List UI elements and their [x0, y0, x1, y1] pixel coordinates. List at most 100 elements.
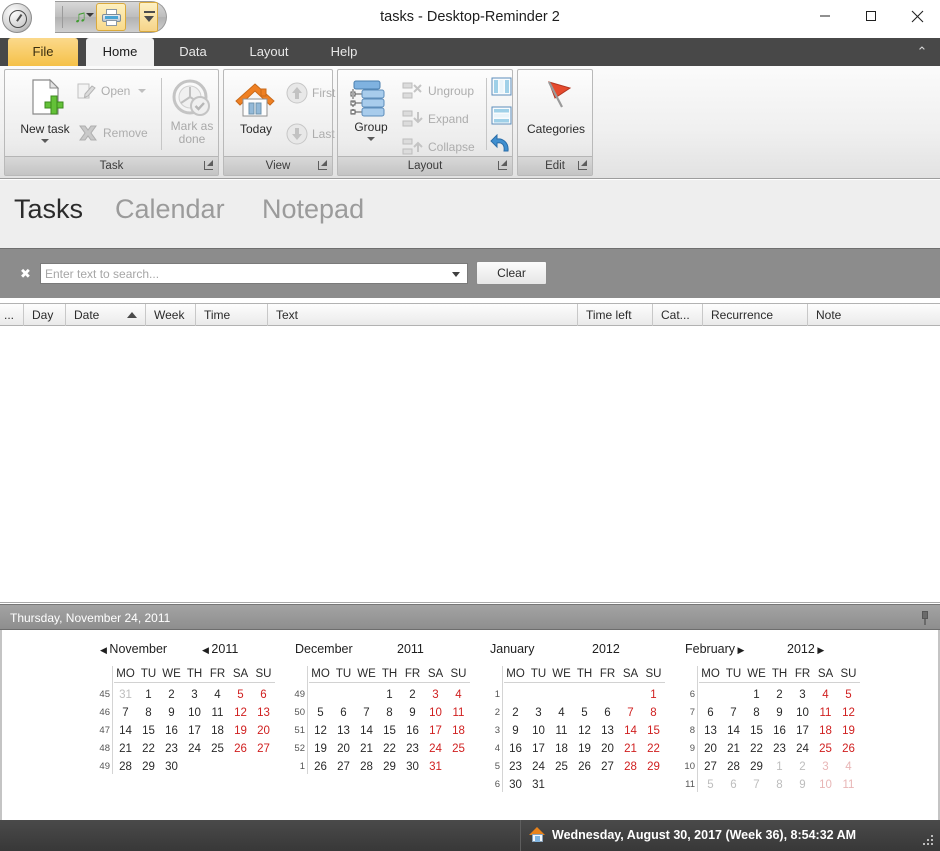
week-number[interactable]: 46	[92, 704, 110, 722]
calendar-day-cell[interactable]: 24	[791, 740, 814, 758]
calendar-day-cell[interactable]: 13	[596, 722, 619, 740]
columns-layout-icon[interactable]	[491, 77, 513, 97]
calendar-day-cell[interactable]: 16	[768, 722, 791, 740]
calendar-day-cell[interactable]: 26	[309, 758, 332, 776]
calendar-day-cell[interactable]: 20	[332, 740, 355, 758]
reset-layout-icon[interactable]	[490, 133, 514, 156]
calendar-day-cell[interactable]: 5	[229, 686, 252, 704]
calendar-day-cell[interactable]: 4	[837, 758, 860, 776]
calendar-day-cell[interactable]: 1	[768, 758, 791, 776]
calendar-day-cell[interactable]: 6	[596, 704, 619, 722]
calendar-day-cell[interactable]: 19	[573, 740, 596, 758]
calendar-day-cell[interactable]: 30	[504, 776, 527, 794]
calendar-year-label[interactable]: 2011	[397, 642, 424, 656]
calendar-day-cell[interactable]: 26	[837, 740, 860, 758]
calendar-day-cell[interactable]: 17	[791, 722, 814, 740]
calendar-day-cell[interactable]: 21	[355, 740, 378, 758]
calendar-day-cell[interactable]: 9	[160, 704, 183, 722]
today-button[interactable]: Today	[230, 78, 282, 136]
week-number[interactable]: 1	[482, 686, 500, 704]
collapse-button[interactable]: Collapse	[402, 137, 475, 157]
calendar-day-cell[interactable]: 12	[309, 722, 332, 740]
open-button[interactable]: Open	[77, 82, 147, 100]
mark-as-done-button[interactable]: Mark as done	[165, 78, 219, 146]
calendar-day-cell[interactable]: 11	[837, 776, 860, 794]
calendar-day-cell[interactable]: 8	[378, 704, 401, 722]
calendar-day-cell[interactable]: 2	[768, 686, 791, 704]
calendar-day-cell[interactable]: 7	[355, 704, 378, 722]
calendar-day-cell[interactable]: 17	[527, 740, 550, 758]
tab-file[interactable]: File	[8, 38, 78, 66]
calendar-day-cell[interactable]: 1	[378, 686, 401, 704]
week-number[interactable]: 8	[677, 722, 695, 740]
calendar-day-cell[interactable]: 18	[814, 722, 837, 740]
column-header-text[interactable]: Text	[268, 304, 578, 326]
calendar-day-cell[interactable]: 9	[504, 722, 527, 740]
calendar-day-cell[interactable]: 12	[229, 704, 252, 722]
column-header-week[interactable]: Week	[146, 304, 196, 326]
week-number[interactable]: 2	[482, 704, 500, 722]
calendar-day-cell[interactable]: 8	[745, 704, 768, 722]
week-number[interactable]: 51	[287, 722, 305, 740]
week-number[interactable]: 3	[482, 722, 500, 740]
calendar-day-cell[interactable]: 4	[206, 686, 229, 704]
calendar-year-label[interactable]: 2011	[211, 642, 238, 656]
calendar-day-cell[interactable]: 30	[401, 758, 424, 776]
calendar-day-cell[interactable]: 28	[355, 758, 378, 776]
calendar-day-cell[interactable]: 4	[447, 686, 470, 704]
calendar-day-cell[interactable]: 29	[642, 758, 665, 776]
column-header-time-left[interactable]: Time left	[578, 304, 653, 326]
calendar-day-cell[interactable]: 1	[745, 686, 768, 704]
calendar-day-cell[interactable]: 18	[447, 722, 470, 740]
calendar-month-label[interactable]: February	[685, 642, 735, 656]
calendar-day-cell[interactable]: 20	[596, 740, 619, 758]
calendar-day-cell[interactable]: 13	[699, 722, 722, 740]
calendar-day-cell[interactable]: 11	[206, 704, 229, 722]
calendar-day-cell[interactable]: 26	[573, 758, 596, 776]
calendar-month-label[interactable]: November	[109, 642, 167, 656]
calendar-day-cell[interactable]: 19	[837, 722, 860, 740]
week-number[interactable]: 7	[677, 704, 695, 722]
new-task-button[interactable]: New task	[11, 78, 79, 143]
music-note-icon[interactable]: ♫	[68, 4, 94, 30]
calendar-day-cell[interactable]: 11	[447, 704, 470, 722]
tab-layout[interactable]: Layout	[234, 38, 304, 66]
calendar-day-cell[interactable]: 21	[114, 740, 137, 758]
calendar-day-cell[interactable]: 17	[424, 722, 447, 740]
week-number[interactable]: 6	[677, 686, 695, 704]
calendar-day-cell[interactable]: 15	[745, 722, 768, 740]
search-dropdown-chevron-down-icon[interactable]	[446, 264, 467, 283]
calendar-day-cell[interactable]: 22	[642, 740, 665, 758]
calendar-day-cell[interactable]: 31	[424, 758, 447, 776]
week-number[interactable]: 9	[677, 740, 695, 758]
maximize-button[interactable]	[848, 0, 894, 32]
column-header-category[interactable]: Cat...	[653, 304, 703, 326]
calendar-day-cell[interactable]: 7	[619, 704, 642, 722]
pin-icon[interactable]	[916, 609, 934, 627]
open-dropdown-caret-icon[interactable]	[138, 89, 147, 93]
week-number[interactable]: 49	[287, 686, 305, 704]
calendar-day-cell[interactable]: 30	[160, 758, 183, 776]
calendar-day-cell[interactable]: 15	[378, 722, 401, 740]
calendar-day-cell[interactable]: 6	[252, 686, 275, 704]
rows-layout-icon[interactable]	[491, 106, 513, 126]
layout-dialog-launcher-icon[interactable]	[497, 160, 509, 172]
calendar-day-cell[interactable]: 31	[114, 686, 137, 704]
ungroup-button[interactable]: Ungroup	[402, 81, 474, 101]
calendar-day-cell[interactable]: 9	[791, 776, 814, 794]
calendar-day-cell[interactable]: 3	[527, 704, 550, 722]
week-number[interactable]: 49	[92, 758, 110, 776]
calendar-day-cell[interactable]: 25	[814, 740, 837, 758]
calendar-day-cell[interactable]: 24	[424, 740, 447, 758]
clear-button[interactable]: Clear	[476, 261, 547, 285]
calendar-day-cell[interactable]: 29	[378, 758, 401, 776]
calendar-day-cell[interactable]: 22	[378, 740, 401, 758]
close-button[interactable]	[894, 0, 940, 32]
column-header-date[interactable]: Date	[66, 304, 146, 326]
column-header-more[interactable]: ...	[0, 304, 24, 326]
week-number[interactable]: 45	[92, 686, 110, 704]
calendar-day-cell[interactable]: 28	[619, 758, 642, 776]
remove-button[interactable]: Remove	[77, 123, 148, 143]
calendar-day-cell[interactable]: 5	[309, 704, 332, 722]
calendar-day-cell[interactable]: 8	[768, 776, 791, 794]
